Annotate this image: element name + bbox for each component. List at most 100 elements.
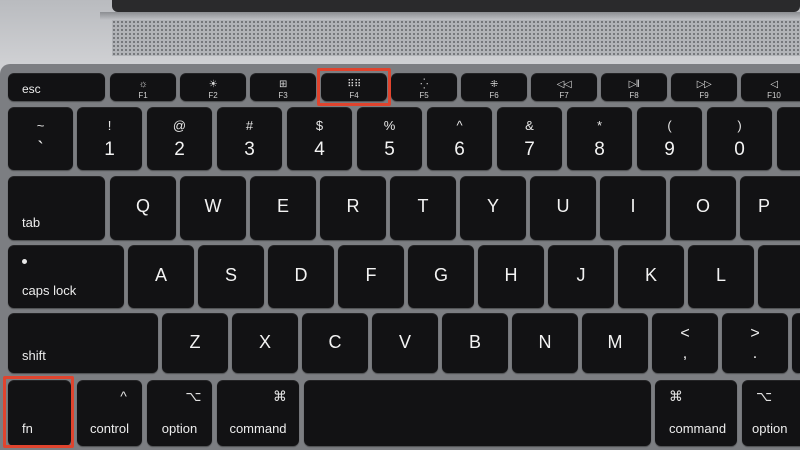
key-8[interactable]: * 8 [567,107,632,170]
key-4[interactable]: $ 4 [287,107,352,170]
key-d[interactable]: D [268,245,334,308]
key-caps-lock[interactable]: caps lock [8,245,124,308]
key-esc[interactable]: esc [8,73,105,101]
fn-highlight-box [3,376,74,448]
key-u[interactable]: U [530,176,596,240]
key-f2[interactable]: ☀ F2 [180,73,246,101]
key-letter: P [757,196,770,216]
command-icon: ⌘ [669,388,683,404]
key-q[interactable]: Q [110,176,176,240]
key-top-char: & [525,118,534,133]
option-label: option [161,421,198,436]
option-icon: ⌥ [185,388,202,404]
key-option-right[interactable]: ⌥ option [742,380,800,446]
key-slash-partial[interactable] [792,313,800,373]
tab-label: tab [22,215,41,230]
key-9[interactable]: ( 9 [637,107,702,170]
key-f8[interactable]: ▷‖ F8 [601,73,667,101]
key-bottom-char: 3 [244,139,255,160]
key-letter: O [695,196,710,216]
key-f[interactable]: F [338,245,404,308]
key-7[interactable]: & 7 [497,107,562,170]
key-e[interactable]: E [250,176,316,240]
key-space[interactable] [304,380,651,446]
key-r[interactable]: R [320,176,386,240]
key-semicolon-partial[interactable] [758,245,800,308]
key-top-char: > [750,325,760,342]
key-f5[interactable]: ⁛ F5 [391,73,457,101]
key-letter: S [224,265,237,285]
keyboard-photo: esc ☼ F1 ☀ F2 ⊞ F3 ⠿⠿ F4 ⁛ F5 ⁜ F6 ◁◁ F7… [0,0,800,450]
key-option-left[interactable]: ⌥ option [147,380,212,446]
key-f6[interactable]: ⁜ F6 [461,73,527,101]
key-a[interactable]: A [128,245,194,308]
key-backtick[interactable]: ~ ` [8,107,73,170]
play-pause-icon: ▷‖ [628,79,640,90]
option-label: option [752,421,788,436]
key-f9[interactable]: ▷▷ F9 [671,73,737,101]
key-letter: D [294,265,308,285]
key-g[interactable]: G [408,245,474,308]
key-t[interactable]: T [390,176,456,240]
key-bottom-char: 9 [664,139,675,160]
key-0[interactable]: ) 0 [707,107,772,170]
key-m[interactable]: M [582,313,648,373]
key-6[interactable]: ^ 6 [427,107,492,170]
key-f3-label: F3 [278,91,288,100]
key-w[interactable]: W [180,176,246,240]
key-y[interactable]: Y [460,176,526,240]
key-c[interactable]: C [302,313,368,373]
key-letter: V [398,332,411,352]
key-shift-left[interactable]: shift [8,313,158,373]
key-k[interactable]: K [618,245,684,308]
key-bottom-char: 8 [594,139,605,160]
key-v[interactable]: V [372,313,438,373]
key-x[interactable]: X [232,313,298,373]
key-f3[interactable]: ⊞ F3 [250,73,316,101]
key-command-right[interactable]: ⌘ command [655,380,737,446]
key-bottom-char: 5 [384,139,395,160]
key-1[interactable]: ! 1 [77,107,142,170]
key-p[interactable]: P [740,176,800,240]
key-f7[interactable]: ◁◁ F7 [531,73,597,101]
key-o[interactable]: O [670,176,736,240]
key-letter: F [365,265,377,285]
key-f1[interactable]: ☼ F1 [110,73,176,101]
key-letter: H [504,265,518,285]
key-n[interactable]: N [512,313,578,373]
key-minus-partial[interactable] [777,107,800,170]
key-s[interactable]: S [198,245,264,308]
key-j[interactable]: J [548,245,614,308]
key-letter: Y [486,196,499,216]
key-z[interactable]: Z [162,313,228,373]
key-h[interactable]: H [478,245,544,308]
key-control[interactable]: ^ control [77,380,142,446]
key-top-char: ^ [456,118,463,133]
key-period[interactable]: > . [722,313,788,373]
key-letter: N [538,332,552,352]
key-letter: C [328,332,342,352]
key-tab[interactable]: tab [8,176,105,240]
key-command-left[interactable]: ⌘ command [217,380,299,446]
key-top-char: @ [172,118,187,133]
key-2[interactable]: @ 2 [147,107,212,170]
keyboard-light-down-icon: ⁛ [420,79,428,90]
key-i[interactable]: I [600,176,666,240]
key-bottom-char: 4 [314,139,325,160]
key-f5-label: F5 [419,91,429,100]
key-letter: L [715,265,726,285]
key-letter: T [417,196,429,216]
key-f10[interactable]: ◁ F10 [741,73,800,101]
key-5[interactable]: % 5 [357,107,422,170]
key-b[interactable]: B [442,313,508,373]
key-f6-label: F6 [489,91,499,100]
key-f9-label: F9 [699,91,709,100]
key-bottom-char: 6 [454,139,465,160]
key-l[interactable]: L [688,245,754,308]
key-bottom-char: , [682,345,688,362]
key-3[interactable]: # 3 [217,107,282,170]
mission-control-icon: ⊞ [279,79,287,90]
fast-forward-icon: ▷▷ [696,79,712,90]
key-comma[interactable]: < , [652,313,718,373]
key-letter: M [607,332,623,352]
